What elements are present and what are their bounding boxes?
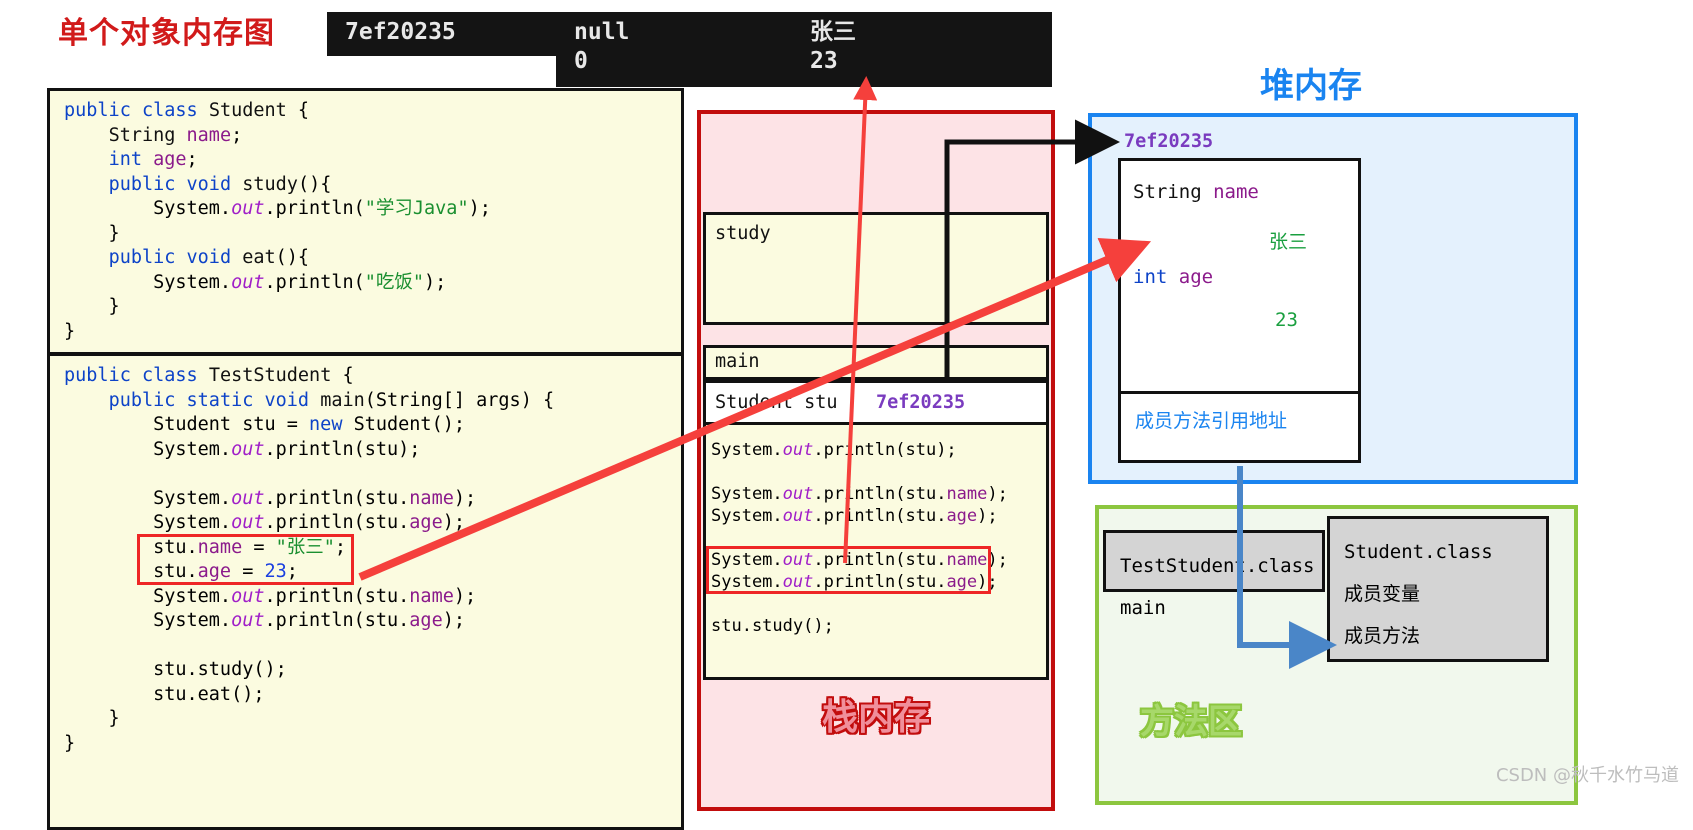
method-area-label: 方法区 xyxy=(1140,702,1242,742)
stack-frame-main: main xyxy=(703,345,1049,380)
console-output-assigned-fields: 张三 23 xyxy=(792,12,1052,87)
heap-object-divider xyxy=(1121,391,1358,394)
class-student-member-1: 成员方法 xyxy=(1344,625,1421,647)
stack-variable-declaration: Student stu xyxy=(715,392,838,413)
class-teststudent-member-0: main xyxy=(1120,597,1166,619)
heap-object-address: 7ef20235 xyxy=(1124,131,1214,152)
stack-frame-main-divider xyxy=(946,348,949,377)
stack-code-highlight xyxy=(706,546,991,594)
heap-methods-reference: 成员方法引用地址 xyxy=(1135,410,1288,432)
stack-variable-row: Student stu 7ef20235 xyxy=(703,380,1049,425)
class-student-member-0: 成员变量 xyxy=(1344,583,1421,605)
stack-frame-study: study xyxy=(703,212,1049,325)
heap-field-name-value: 张三 xyxy=(1269,231,1308,253)
heap-field-name-declaration: String name xyxy=(1133,181,1259,203)
method-area-class-teststudent: TestStudent.class main xyxy=(1103,530,1325,619)
class-student-name: Student.class xyxy=(1344,541,1493,563)
code-panel-student: public class Student { String name; int … xyxy=(47,88,684,355)
console-output-tostring: 7ef20235 xyxy=(327,12,584,56)
stack-memory-label: 栈内存 xyxy=(821,697,930,738)
heap-memory-label: 堆内存 xyxy=(1260,66,1362,106)
class-teststudent-name: TestStudent.class xyxy=(1120,555,1315,577)
console-output-default-fields: null 0 xyxy=(556,12,819,87)
stack-frame-study-divider xyxy=(946,215,949,322)
stack-frame-main-label: main xyxy=(715,351,760,372)
heap-object-box: String name 张三 int age 23 成员方法引用地址 xyxy=(1118,158,1361,463)
stack-frame-study-label: study xyxy=(715,223,771,244)
code-panel-teststudent: public class TestStudent { public static… xyxy=(47,353,684,830)
method-area-class-student: Student.class 成员变量 成员方法 xyxy=(1327,516,1549,662)
heap-field-age-declaration: int age xyxy=(1133,266,1214,288)
heap-field-age-value: 23 xyxy=(1275,309,1298,331)
watermark: CSDN @秋千水竹马道 xyxy=(1495,765,1679,786)
page-title: 单个对象内存图 xyxy=(58,16,275,51)
code-assignment-highlight xyxy=(137,534,354,585)
stack-variable-value: 7ef20235 xyxy=(876,392,966,413)
